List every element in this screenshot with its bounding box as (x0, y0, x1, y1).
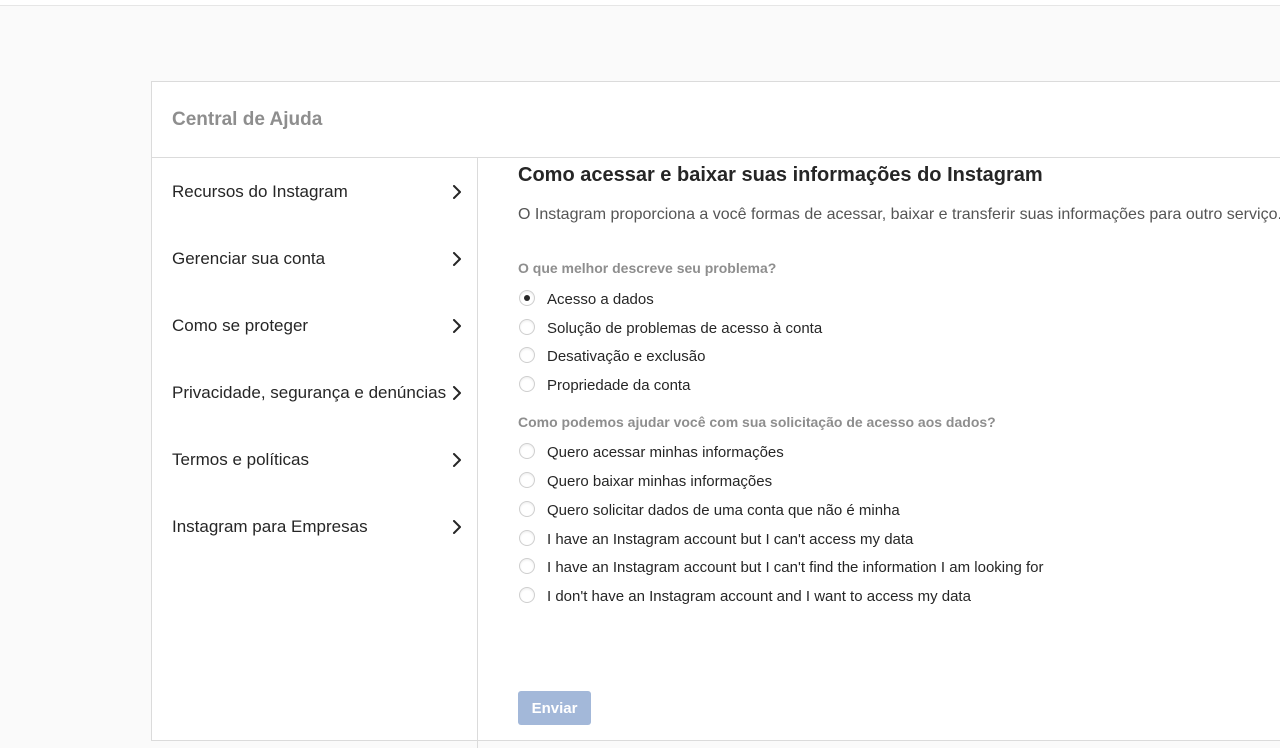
chevron-right-icon (453, 252, 461, 266)
question-2-label: Como podemos ajudar você com sua solicit… (518, 414, 996, 430)
panel-header: Central de Ajuda (152, 82, 1280, 158)
chevron-right-icon (453, 386, 461, 400)
radio-button[interactable] (519, 501, 535, 517)
sidebar-item-label: Como se proteger (172, 316, 309, 335)
sidebar-item-recursos[interactable]: Recursos do Instagram (152, 158, 477, 225)
radio-label[interactable]: Quero solicitar dados de uma conta que n… (547, 502, 900, 519)
chevron-right-icon (453, 185, 461, 199)
radio-button[interactable] (519, 290, 535, 306)
sidebar-item-termos[interactable]: Termos e políticas (152, 426, 477, 493)
sidebar-item-privacidade[interactable]: Privacidade, segurança e denúncias (152, 359, 477, 426)
radio-label[interactable]: I have an Instagram account but I can't … (547, 559, 1043, 576)
radio-label[interactable]: I have an Instagram account but I can't … (547, 531, 913, 548)
sidebar-item-gerenciar-conta[interactable]: Gerenciar sua conta (152, 225, 477, 292)
article-title: Como acessar e baixar suas informações d… (518, 164, 1043, 186)
help-center-panel: Central de Ajuda Recursos do Instagram G… (151, 81, 1280, 748)
question-1-label: O que melhor descreve seu problema? (518, 260, 777, 276)
radio-label[interactable]: Acesso a dados (547, 291, 654, 308)
sidebar-item-label: Termos e políticas (172, 450, 309, 469)
sidebar-item-label: Privacidade, segurança e denúncias (172, 383, 447, 402)
sidebar-item-label: Recursos do Instagram (172, 182, 348, 201)
radio-button[interactable] (519, 472, 535, 488)
sidebar-item-label: Instagram para Empresas (172, 517, 368, 536)
browser-top-strip (0, 0, 1280, 6)
radio-button[interactable] (519, 558, 535, 574)
radio-button[interactable] (519, 319, 535, 335)
radio-label[interactable]: Propriedade da conta (547, 377, 690, 394)
radio-button[interactable] (519, 443, 535, 459)
radio-button[interactable] (519, 347, 535, 363)
radio-label[interactable]: Quero baixar minhas informações (547, 473, 772, 490)
radio-label[interactable]: I don't have an Instagram account and I … (547, 588, 971, 605)
radio-button[interactable] (519, 587, 535, 603)
sidebar-item-empresas[interactable]: Instagram para Empresas (152, 493, 477, 560)
page-title[interactable]: Central de Ajuda (172, 109, 322, 131)
radio-button[interactable] (519, 376, 535, 392)
radio-button[interactable] (519, 530, 535, 546)
sidebar: Recursos do Instagram Gerenciar sua cont… (152, 158, 478, 748)
radio-label[interactable]: Solução de problemas de acesso à conta (547, 320, 822, 337)
radio-label[interactable]: Desativação e exclusão (547, 348, 705, 365)
chevron-right-icon (453, 520, 461, 534)
chevron-right-icon (453, 319, 461, 333)
chevron-right-icon (453, 453, 461, 467)
radio-label[interactable]: Quero acessar minhas informações (547, 444, 784, 461)
sidebar-item-label: Gerenciar sua conta (172, 249, 326, 268)
sidebar-item-como-se-proteger[interactable]: Como se proteger (152, 292, 477, 359)
article-intro: O Instagram proporciona a você formas de… (518, 206, 1280, 223)
